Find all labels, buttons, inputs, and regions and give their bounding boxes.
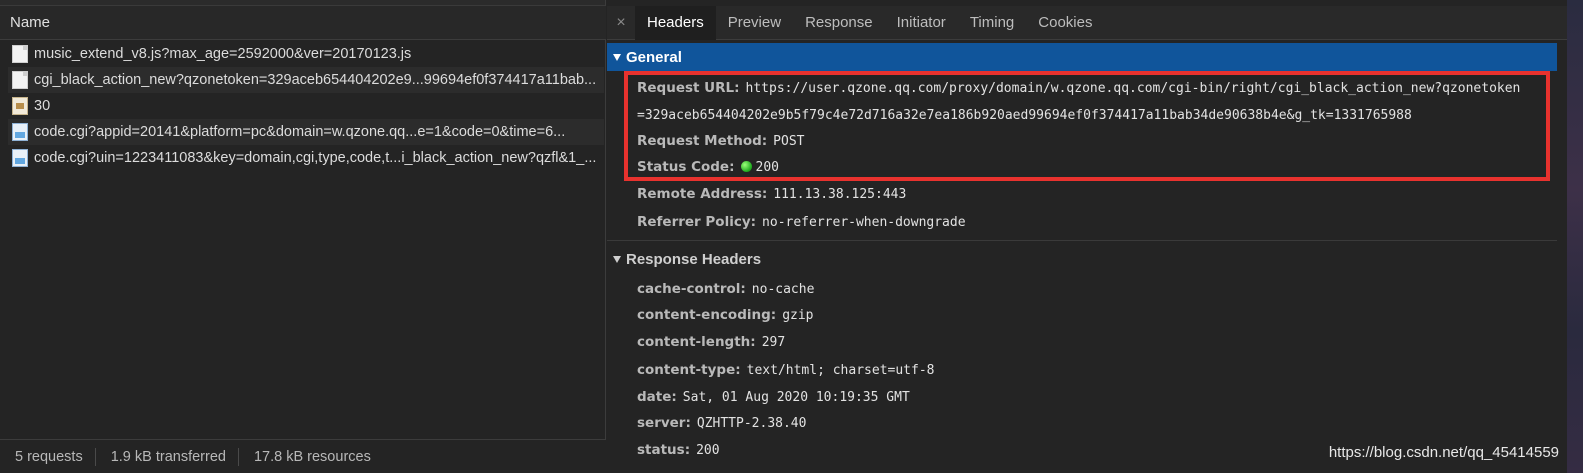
response-headers-section-header[interactable]: Response Headers — [607, 245, 1557, 273]
request-method-value: POST — [773, 134, 805, 149]
request-list: music_extend_v8.js?max_age=2592000&ver=2… — [8, 41, 604, 171]
response-headers-title: Response Headers — [626, 250, 762, 268]
watermark: https://blog.csdn.net/qq_45414559 — [1328, 444, 1559, 461]
list-item[interactable]: 30 — [8, 93, 604, 119]
section-divider — [607, 240, 1557, 241]
response-header-row: content-length: 297 — [637, 334, 785, 350]
network-status-bar: 5 requests 1.9 kB transferred 17.8 kB re… — [0, 439, 606, 473]
response-header-row: server: QZHTTP-2.38.40 — [637, 415, 806, 431]
request-url-row: Request URL: https://user.qzone.qq.com/pr… — [637, 80, 1520, 96]
response-header-row: date: Sat, 01 Aug 2020 10:19:35 GMT — [637, 389, 910, 405]
header-value: text/html; charset=utf-8 — [746, 363, 935, 378]
response-header-row: status: 200 — [637, 442, 720, 458]
request-count: 5 requests — [0, 447, 96, 466]
request-name: code.cgi?appid=20141&platform=pc&domain=… — [34, 124, 566, 140]
detail-tab-bar: × Headers Preview Response Initiator Tim… — [607, 5, 1567, 40]
header-value: Sat, 01 Aug 2020 10:19:35 GMT — [682, 390, 910, 405]
header-value: no-cache — [751, 282, 815, 297]
remote-address-value: 111.13.38.125:443 — [773, 187, 907, 202]
list-item[interactable]: code.cgi?appid=20141&platform=pc&domain=… — [8, 119, 604, 145]
header-key: cache-control: — [637, 281, 746, 297]
request-url-label: Request URL: — [637, 80, 740, 96]
image-file-icon — [12, 97, 28, 115]
status-code-label: Status Code: — [637, 159, 735, 175]
request-url-value: https://user.qzone.qq.com/proxy/domain/w… — [745, 81, 1521, 96]
request-url-value-continued: =329aceb654404202e9b5f79c4e72d716a32e7ea… — [637, 108, 1412, 123]
header-value: 297 — [761, 335, 786, 350]
header-key: content-length: — [637, 334, 756, 350]
resources-size: 17.8 kB resources — [253, 448, 371, 465]
header-value: 200 — [696, 443, 720, 458]
request-url-row-continued: =329aceb654404202e9b5f79c4e72d716a32e7ea… — [637, 107, 1412, 123]
request-detail-pane: × Headers Preview Response Initiator Tim… — [607, 0, 1567, 473]
tab-headers[interactable]: Headers — [635, 5, 716, 40]
header-key: date: — [637, 389, 677, 405]
header-key: content-type: — [637, 362, 741, 378]
remote-address-row: Remote Address: 111.13.38.125:443 — [637, 186, 906, 202]
request-name: cgi_black_action_new?qzonetoken=329aceb6… — [34, 72, 597, 88]
list-item[interactable]: music_extend_v8.js?max_age=2592000&ver=2… — [8, 41, 604, 67]
referrer-policy-label: Referrer Policy: — [637, 214, 757, 230]
list-item[interactable]: code.cgi?uin=1223411083&key=domain,cgi,t… — [8, 145, 604, 171]
transferred-size: 1.9 kB transferred — [96, 447, 239, 466]
tab-cookies[interactable]: Cookies — [1026, 6, 1104, 40]
tab-timing[interactable]: Timing — [958, 6, 1026, 40]
triangle-down-icon — [613, 53, 621, 61]
request-method-label: Request Method: — [637, 133, 768, 149]
name-column-header[interactable]: Name — [0, 6, 606, 40]
status-ok-icon — [740, 161, 752, 172]
document-icon — [12, 71, 28, 89]
header-key: content-encoding: — [637, 307, 777, 323]
request-name: music_extend_v8.js?max_age=2592000&ver=2… — [34, 46, 412, 62]
tab-preview[interactable]: Preview — [716, 6, 793, 40]
response-header-row: content-type: text/html; charset=utf-8 — [637, 362, 934, 378]
image-icon — [12, 123, 28, 141]
request-name: code.cgi?uin=1223411083&key=domain,cgi,t… — [34, 150, 597, 166]
desktop-edge-strip — [1567, 0, 1583, 473]
referrer-policy-row: Referrer Policy: no-referrer-when-downgra… — [637, 214, 966, 230]
request-list-pane: Name music_extend_v8.js?max_age=2592000&… — [0, 0, 606, 473]
header-key: server: — [637, 415, 691, 431]
list-item[interactable]: cgi_black_action_new?qzonetoken=329aceb6… — [8, 67, 604, 93]
response-header-row: cache-control: no-cache — [637, 281, 814, 297]
tab-response[interactable]: Response — [793, 6, 885, 40]
document-icon — [12, 45, 28, 63]
referrer-policy-value: no-referrer-when-downgrade — [762, 215, 966, 230]
tab-initiator[interactable]: Initiator — [885, 6, 958, 40]
image-icon — [12, 149, 28, 167]
general-title: General — [626, 48, 682, 66]
status-code-value: 200 — [755, 160, 779, 175]
response-header-row: content-encoding: gzip — [637, 307, 814, 323]
header-value: QZHTTP-2.38.40 — [696, 416, 807, 431]
general-section-header[interactable]: General — [607, 43, 1557, 71]
status-code-row: Status Code: 200 — [637, 159, 779, 175]
header-value: gzip — [782, 308, 814, 323]
remote-address-label: Remote Address: — [637, 186, 768, 202]
request-name: 30 — [34, 98, 51, 114]
close-icon[interactable]: × — [607, 14, 635, 32]
request-method-row: Request Method: POST — [637, 133, 804, 149]
triangle-down-icon — [613, 255, 621, 263]
header-key: status: — [637, 442, 691, 458]
